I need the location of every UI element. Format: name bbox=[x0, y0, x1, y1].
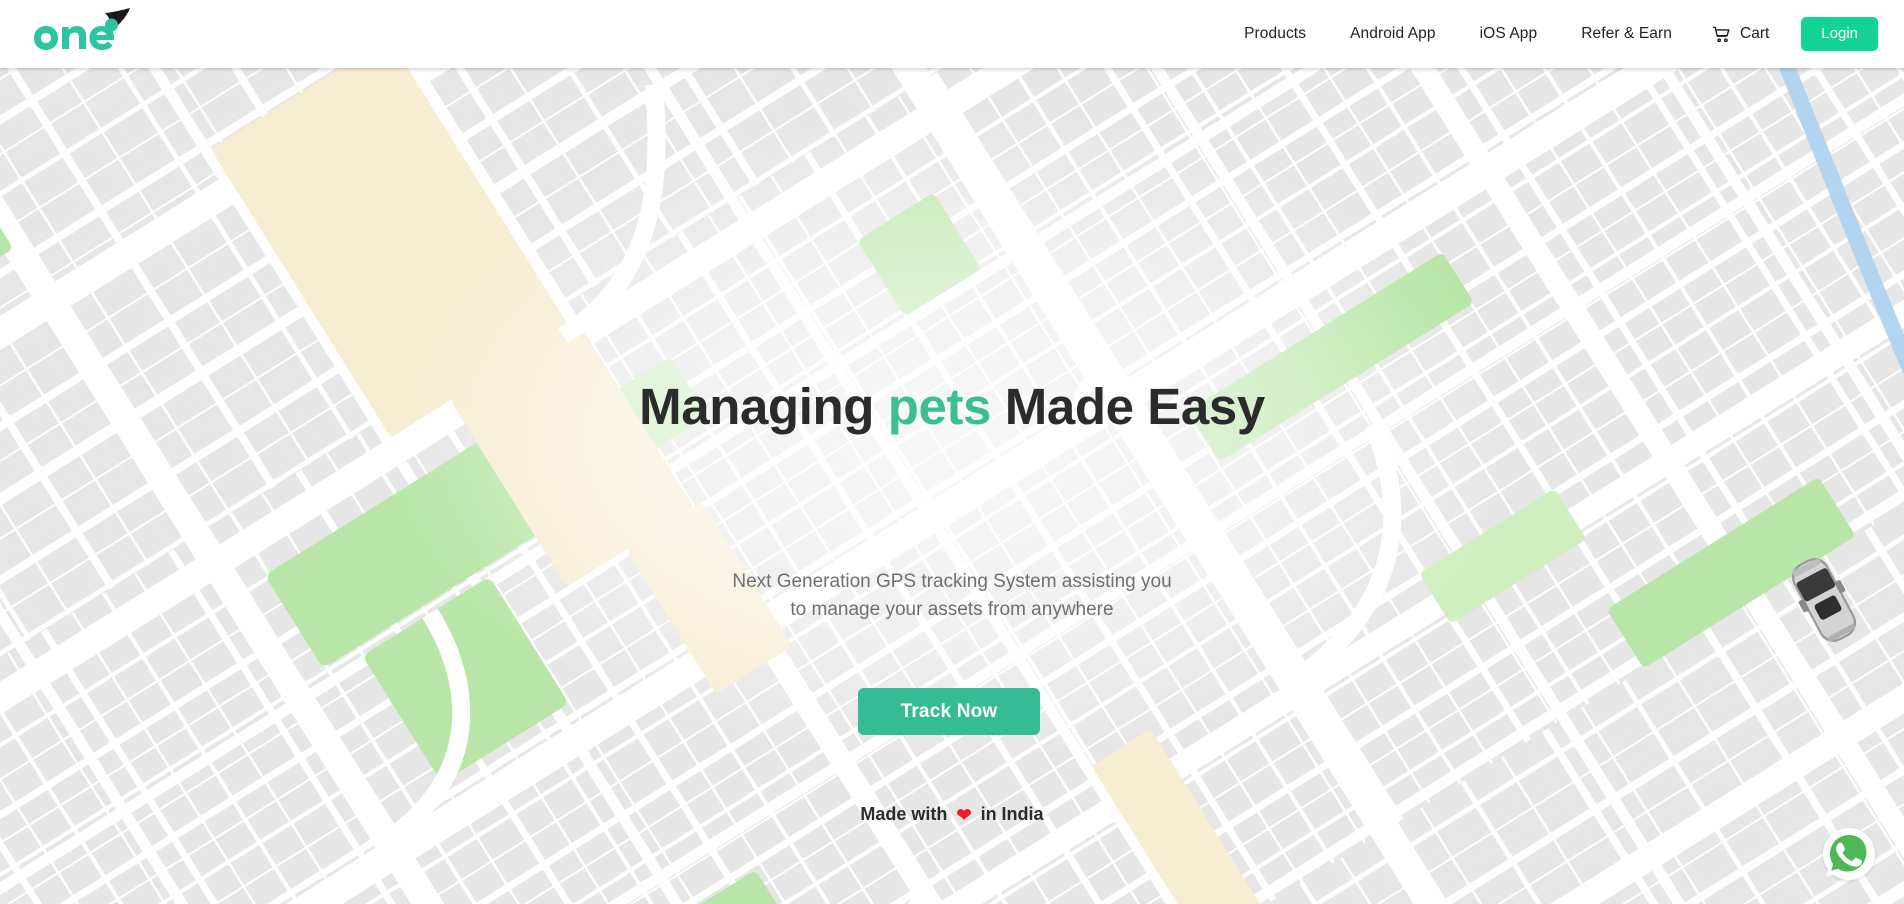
hero-subtitle-line-1: Next Generation GPS tracking System assi… bbox=[732, 571, 1172, 592]
page-title: Managing pets Made Easy bbox=[0, 380, 1904, 434]
nav-cart-label: Cart bbox=[1740, 25, 1770, 42]
whatsapp-icon bbox=[1826, 831, 1872, 877]
brand-logo[interactable] bbox=[30, 8, 138, 58]
whatsapp-chat-button[interactable] bbox=[1823, 828, 1875, 880]
made-with-prefix: Made with bbox=[860, 804, 948, 824]
hero-title-suffix: Made Easy bbox=[991, 378, 1265, 435]
hero-section: Managing pets Made Easy Next Generation … bbox=[0, 68, 1904, 904]
hero-title-prefix: Managing bbox=[639, 378, 888, 435]
hero-title-accent: pets bbox=[887, 378, 992, 435]
nav-link-refer-earn[interactable]: Refer & Earn bbox=[1559, 25, 1694, 43]
nav-link-products[interactable]: Products bbox=[1222, 25, 1328, 43]
hero-subtitle: Next Generation GPS tracking System assi… bbox=[0, 568, 1904, 623]
made-with-suffix: in India bbox=[980, 804, 1044, 824]
shopping-cart-icon bbox=[1712, 26, 1730, 42]
login-button[interactable]: Login bbox=[1801, 17, 1878, 51]
map-background bbox=[0, 68, 1904, 904]
nav-link-android-app[interactable]: Android App bbox=[1328, 25, 1458, 43]
hero-subtitle-line-2: to manage your assets from anywhere bbox=[790, 598, 1114, 620]
nav-link-ios-app[interactable]: iOS App bbox=[1458, 25, 1560, 43]
made-in-india-note: Made with ❤ in India bbox=[0, 804, 1904, 826]
main-nav: Products Android App iOS App Refer & Ear… bbox=[1222, 0, 1886, 68]
site-header: Products Android App iOS App Refer & Ear… bbox=[0, 0, 1904, 68]
heart-icon: ❤ bbox=[956, 805, 972, 825]
onelap-logo-icon bbox=[34, 8, 130, 50]
track-now-button[interactable]: Track Now bbox=[858, 688, 1040, 735]
nav-link-cart[interactable]: Cart bbox=[1694, 25, 1791, 44]
